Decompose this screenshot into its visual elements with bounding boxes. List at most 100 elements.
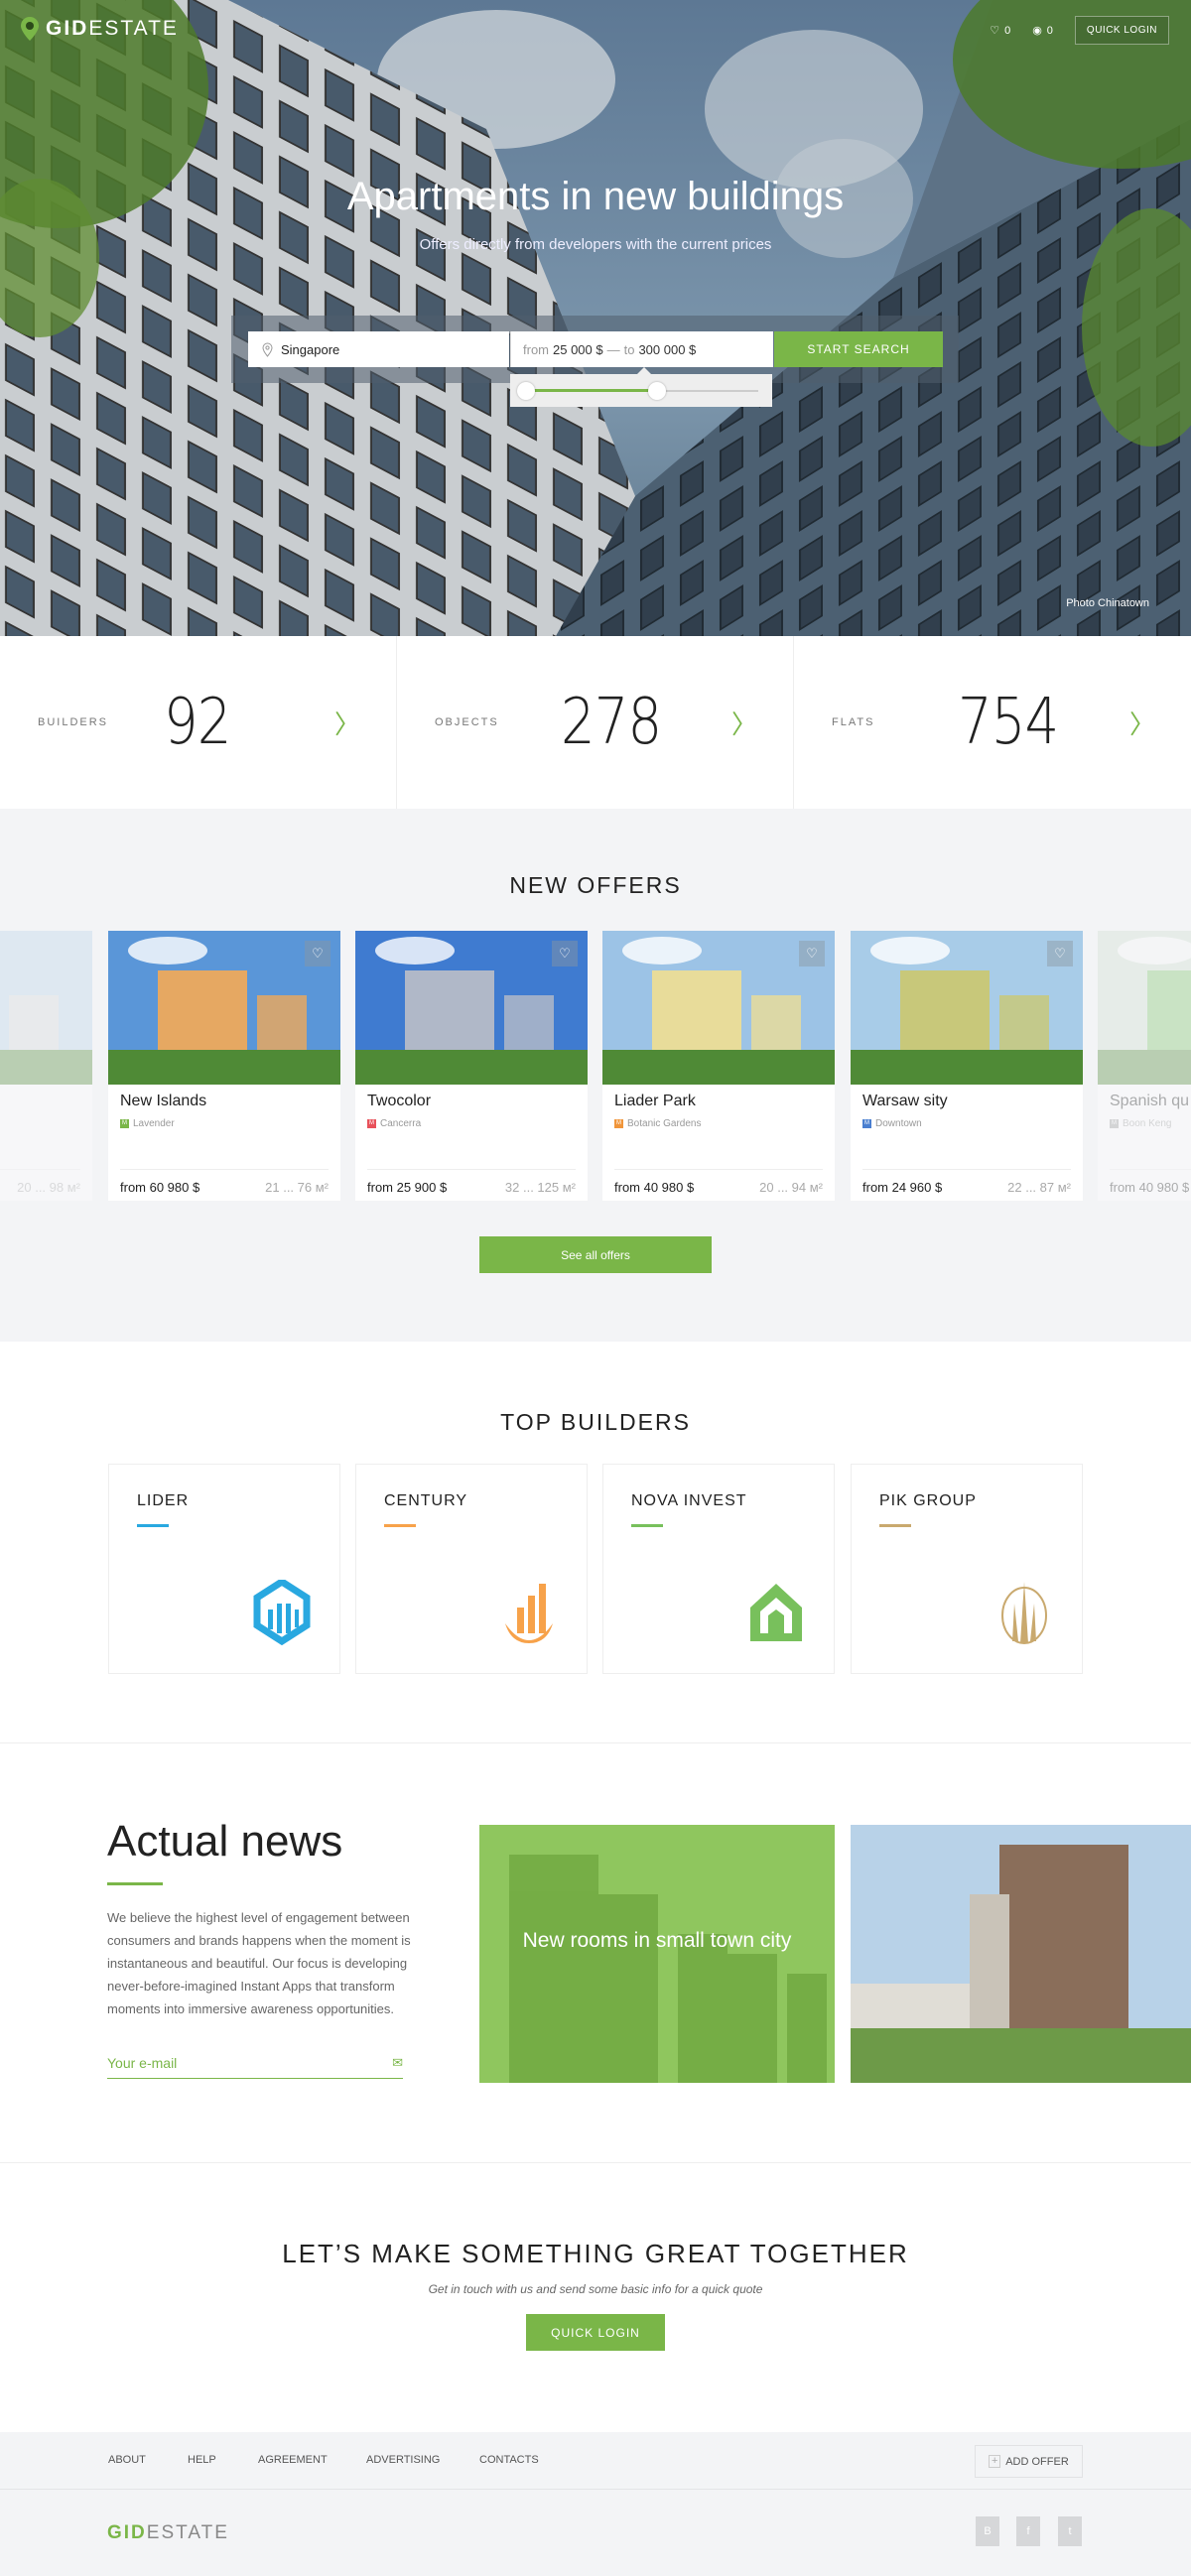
price-from-label: from bbox=[523, 341, 549, 357]
offer-metro: M Downtown bbox=[862, 1118, 922, 1129]
footer-nav: ABOUT HELP AGREEMENT ADVERTISING CONTACT… bbox=[0, 2432, 1191, 2490]
offer-card[interactable]: ♡ New Islands M Lavender from 60 980 $ 21… bbox=[108, 931, 340, 1201]
envelope-icon[interactable]: ✉ bbox=[392, 2055, 403, 2071]
stat-objects[interactable]: OBJECTS 278 〉 bbox=[397, 636, 794, 809]
offer-area: 20 ... 94 м² bbox=[759, 1180, 823, 1195]
price-to-label: to bbox=[623, 341, 635, 357]
metro-icon: M bbox=[862, 1119, 871, 1128]
offer-price: from 25 900 $ bbox=[367, 1180, 448, 1195]
see-all-offers-button[interactable]: See all offers bbox=[479, 1236, 712, 1273]
slider-max-handle[interactable] bbox=[647, 382, 666, 400]
builder-name: CENTURY bbox=[384, 1492, 468, 1509]
facebook-icon[interactable]: f bbox=[1016, 2516, 1040, 2546]
divider bbox=[367, 1169, 576, 1170]
builder-accent-line bbox=[384, 1524, 416, 1527]
offer-card[interactable]: ♡ Liader Park M Botanic Gardens from 40 9… bbox=[602, 931, 835, 1201]
stat-label: FLATS bbox=[832, 716, 875, 728]
metro-station: Botanic Gardens bbox=[627, 1118, 702, 1129]
metro-icon: M bbox=[120, 1119, 129, 1128]
metro-station: Cancerra bbox=[380, 1118, 422, 1129]
news-image[interactable] bbox=[851, 1825, 1191, 2083]
offer-card[interactable]: ♡ Twocolor M Cancerra from 25 900 $ 32 ..… bbox=[355, 931, 588, 1201]
footer-logo-rest: ESTATE bbox=[146, 2522, 229, 2543]
divider bbox=[862, 1169, 1071, 1170]
credit-place[interactable]: Chinatown bbox=[1098, 597, 1149, 609]
news-photo bbox=[851, 1825, 1191, 2083]
favorite-heart-icon[interactable]: ♡ bbox=[552, 941, 578, 966]
offer-card[interactable]: ♡ Warsaw sity M Downtown from 24 960 $ 22… bbox=[851, 931, 1083, 1201]
add-offer-button[interactable]: + ADD OFFER bbox=[975, 2445, 1083, 2478]
section-title: TOP BUILDERS bbox=[500, 1409, 691, 1435]
offer-card[interactable]: 20 ... 98 м² bbox=[0, 931, 92, 1201]
builder-card[interactable]: NOVA INVEST bbox=[602, 1464, 835, 1674]
offer-metro: M Lavender bbox=[120, 1118, 175, 1129]
section-title: NEW OFFERS bbox=[509, 872, 682, 898]
builder-card[interactable]: LIDER bbox=[108, 1464, 340, 1674]
divider bbox=[614, 1169, 823, 1170]
location-input[interactable]: Singapore bbox=[248, 331, 509, 367]
price-from-value: 25 000 $ bbox=[553, 341, 603, 357]
offer-card[interactable]: Spanish qu M Boon Keng from 40 980 $ bbox=[1098, 931, 1191, 1201]
offer-price: from 40 980 $ bbox=[1110, 1180, 1190, 1195]
offer-metro: M Botanic Gardens bbox=[614, 1118, 702, 1129]
favorites-count: 0 bbox=[1004, 24, 1011, 37]
stat-builders[interactable]: BUILDERS 92 〉 bbox=[0, 636, 397, 809]
hero-title: Apartments in new buildings bbox=[346, 175, 845, 218]
logo-pin-icon bbox=[21, 17, 39, 41]
price-slider[interactable] bbox=[510, 367, 772, 407]
footer-link-advertising[interactable]: ADVERTISING bbox=[366, 2454, 440, 2466]
vk-icon[interactable]: В bbox=[976, 2516, 999, 2546]
house-spiral-logo-icon bbox=[750, 1584, 802, 1641]
footer-logo[interactable]: GIDESTATE bbox=[107, 2522, 229, 2544]
offer-name: Liader Park bbox=[614, 1093, 696, 1109]
offer-metro: M Cancerra bbox=[367, 1118, 421, 1129]
oval-tower-logo-icon bbox=[1001, 1582, 1047, 1644]
builder-accent-line bbox=[137, 1524, 169, 1527]
slider-fill bbox=[526, 389, 657, 392]
footer-link-agreement[interactable]: AGREEMENT bbox=[258, 2454, 328, 2466]
footer-link-help[interactable]: HELP bbox=[188, 2454, 216, 2466]
twitter-icon[interactable]: t bbox=[1058, 2516, 1082, 2546]
favorites-link[interactable]: ♡ 0 bbox=[990, 24, 1011, 38]
news-tile[interactable]: New rooms in small town city bbox=[479, 1825, 835, 2083]
start-search-button[interactable]: START SEARCH bbox=[774, 331, 943, 367]
metro-icon: M bbox=[1110, 1119, 1119, 1128]
favorite-heart-icon[interactable]: ♡ bbox=[1047, 941, 1073, 966]
offer-image: ♡ bbox=[108, 931, 340, 1085]
views-link[interactable]: ◉ 0 bbox=[1032, 24, 1053, 38]
quick-login-button[interactable]: QUICK LOGIN bbox=[1074, 16, 1169, 45]
builder-name: PIK GROUP bbox=[879, 1492, 977, 1509]
cta-subtitle: Get in touch with us and send some basic… bbox=[428, 2282, 763, 2296]
builder-accent-line bbox=[879, 1524, 911, 1527]
slider-min-handle[interactable] bbox=[517, 382, 535, 400]
builder-card[interactable]: CENTURY bbox=[355, 1464, 588, 1674]
builder-card[interactable]: PIK GROUP bbox=[851, 1464, 1083, 1674]
email-input[interactable]: Your e-mail ✉ bbox=[107, 2047, 403, 2079]
offer-area: 21 ... 76 м² bbox=[265, 1180, 329, 1195]
offer-area: 20 ... 98 м² bbox=[17, 1180, 80, 1195]
stats-bar: BUILDERS 92 〉 OBJECTS 278 〉 FLATS 754 〉 bbox=[0, 636, 1191, 809]
logo[interactable]: GIDESTATE bbox=[20, 16, 179, 42]
chevron-right-icon: 〉 bbox=[1128, 708, 1155, 739]
favorite-heart-icon[interactable]: ♡ bbox=[799, 941, 825, 966]
credit-label: Photo bbox=[1066, 597, 1095, 609]
stat-flats[interactable]: FLATS 754 〉 bbox=[794, 636, 1191, 809]
divider bbox=[1110, 1169, 1191, 1170]
offer-area: 22 ... 87 м² bbox=[1007, 1180, 1071, 1195]
cta-quick-login-button[interactable]: QUICK LOGIN bbox=[526, 2314, 665, 2351]
price-to-value: 300 000 $ bbox=[638, 341, 697, 357]
offer-name: Spanish qu bbox=[1110, 1093, 1190, 1109]
email-placeholder: Your e-mail bbox=[107, 2054, 178, 2071]
offer-image: ♡ bbox=[355, 931, 588, 1085]
footer-link-contacts[interactable]: CONTACTS bbox=[479, 2454, 539, 2466]
footer-link-about[interactable]: ABOUT bbox=[108, 2454, 146, 2466]
hero-subtitle: Offers directly from developers with the… bbox=[419, 236, 772, 253]
offer-name: New Islands bbox=[120, 1093, 207, 1109]
stat-value: 278 bbox=[561, 686, 662, 759]
price-range-input[interactable]: from 25 000 $ — to 300 000 $ bbox=[510, 331, 773, 367]
builder-accent-line bbox=[631, 1524, 663, 1527]
favorite-heart-icon[interactable]: ♡ bbox=[305, 941, 331, 966]
plus-icon: + bbox=[989, 2455, 1001, 2468]
hero-banner: GIDESTATE ♡ 0 ◉ 0 QUICK LOGIN Apartments i… bbox=[0, 0, 1191, 636]
offer-image: ♡ bbox=[602, 931, 835, 1085]
